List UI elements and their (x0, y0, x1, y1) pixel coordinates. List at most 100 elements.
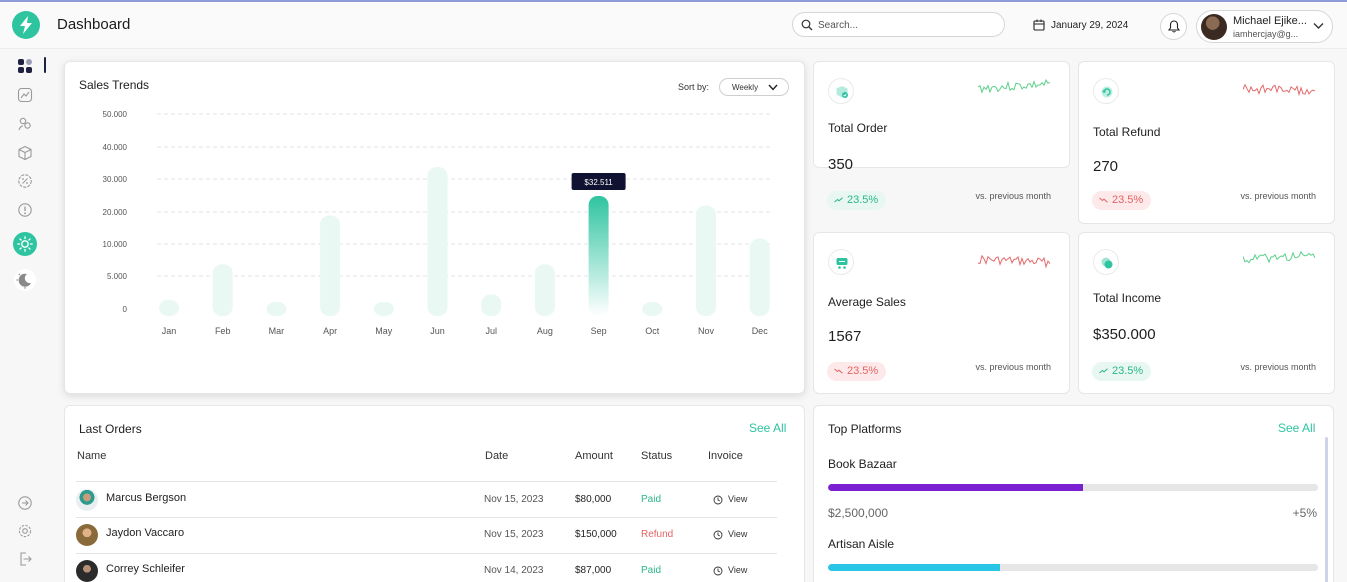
orders-see-all-link[interactable]: See All (749, 421, 786, 435)
sparkline (1243, 83, 1316, 97)
active-indicator (44, 57, 46, 73)
top-platforms-card: Top Platforms See All Book Bazaar $2,500… (813, 405, 1334, 582)
order-date: Nov 15, 2023 (484, 529, 544, 540)
comparison-note: vs. previous month (1240, 362, 1316, 372)
spark-total-refund (1243, 83, 1316, 97)
x-tick-label: Jan (162, 326, 177, 336)
y-tick-label: 10.000 (103, 240, 128, 249)
change-badge: 23.5% (827, 362, 887, 381)
bar-highlighted (588, 195, 609, 316)
platform-progress-fill (828, 484, 1083, 491)
lightning-icon (20, 16, 32, 34)
x-tick-label: Dec (752, 326, 769, 336)
comparison-note: vs. previous month (1240, 191, 1316, 201)
discount-icon[interactable] (17, 173, 33, 189)
sales-trends-card: Sales Trends Sort by: Weekly 50.000 40.00… (64, 61, 805, 394)
trend-up-icon (834, 197, 843, 203)
settings-icon[interactable] (17, 523, 33, 539)
table-row[interactable]: Marcus Bergson Nov 15, 2023 $80,000 Paid… (65, 482, 806, 518)
y-tick-label: 5.000 (107, 272, 128, 281)
search-icon (801, 19, 813, 31)
users-icon[interactable] (17, 116, 33, 132)
y-tick-label: 30.000 (103, 175, 128, 184)
search-box[interactable] (792, 12, 1005, 37)
dashboard-icon[interactable] (17, 58, 33, 74)
bar (642, 302, 663, 316)
column-header-amount: Amount (575, 450, 613, 462)
platform-progress-track (828, 484, 1318, 491)
change-badge: 23.5% (1092, 362, 1152, 381)
scrollbar[interactable] (1325, 437, 1328, 582)
column-header-status: Status (641, 450, 673, 462)
change-value: 23.5% (847, 365, 879, 377)
bell-icon (1168, 20, 1180, 33)
bar (266, 302, 287, 316)
sales-bar-chart: 50.000 40.000 30.000 20.000 10.000 5.000 0 Jan F… (103, 110, 771, 336)
platform-amount: $2,500,000 (828, 506, 889, 520)
page-title: Dashboard (57, 16, 131, 33)
app-logo[interactable] (12, 11, 40, 39)
light-mode-toggle[interactable] (13, 232, 37, 256)
box-icon[interactable] (17, 145, 33, 161)
x-tick-label: Sep (591, 326, 607, 336)
bar (320, 215, 341, 316)
bar (159, 299, 179, 316)
top-header: Dashboard January 29, 2024 Michael Ejike… (0, 2, 1347, 49)
bar (373, 302, 394, 316)
stat-label: Total Income (1093, 291, 1162, 305)
user-profile-menu[interactable]: Michael Ejike... iamhercjay@g... (1196, 10, 1333, 43)
notifications-button[interactable] (1160, 13, 1187, 40)
top-platforms-title: Top Platforms (828, 422, 902, 436)
platforms-see-all-link[interactable]: See All (1278, 421, 1315, 435)
bar (481, 294, 502, 316)
x-tick-label: Aug (537, 326, 553, 336)
status-badge: Paid (641, 494, 662, 505)
search-input[interactable] (818, 17, 993, 33)
dark-mode-toggle[interactable] (13, 268, 37, 292)
table-row[interactable]: Correy Schleifer Nov 14, 2023 $87,000 Pa… (65, 553, 806, 582)
invoice-label: View (728, 529, 748, 539)
stat-value: $350.000 (1093, 326, 1156, 343)
change-badge: 23.5% (827, 191, 887, 210)
bar (534, 264, 555, 316)
platform-name: Book Bazaar (828, 457, 897, 471)
stat-card-total-refund: Total Refund 270 23.5% vs. previous mont… (1078, 61, 1335, 224)
table-row[interactable]: Jaydon Vaccaro Nov 15, 2023 $150,000 Ref… (65, 517, 806, 553)
column-header-name: Name (77, 450, 107, 462)
customer-name: Jaydon Vaccaro (106, 527, 185, 539)
customer-name: Correy Schleifer (106, 563, 185, 575)
platform-name: Artisan Aisle (828, 537, 895, 551)
logout-icon[interactable] (17, 551, 33, 567)
invoice-icon (713, 566, 723, 576)
change-badge: 23.5% (1092, 191, 1152, 210)
info-icon[interactable] (17, 202, 33, 218)
x-tick-label: May (375, 326, 393, 336)
status-badge: Paid (641, 565, 662, 576)
cart-icon (828, 249, 854, 275)
status-badge: Refund (641, 529, 674, 540)
refund-icon (1093, 78, 1119, 104)
trend-chart-icon[interactable] (17, 87, 33, 103)
bar (749, 238, 770, 316)
bar (427, 167, 448, 316)
stat-card-average-sales: Average Sales 1567 23.5% vs. previous mo… (813, 232, 1070, 394)
arrow-right-circle-icon[interactable] (17, 495, 33, 511)
date-text: January 29, 2024 (1051, 20, 1129, 31)
stat-label: Total Refund (1093, 125, 1161, 139)
moon-icon (14, 269, 36, 291)
x-tick-label: Feb (215, 326, 231, 336)
user-name: Michael Ejike... (1233, 15, 1307, 27)
order-date: Nov 15, 2023 (484, 494, 544, 505)
x-tick-label: Mar (269, 326, 285, 336)
calendar-icon (1033, 19, 1045, 31)
spark-total-order (978, 79, 1051, 94)
sun-icon (17, 236, 33, 252)
sparkline (978, 254, 1051, 269)
chevron-down-icon (1313, 23, 1324, 29)
platform-change: +5% (1292, 506, 1317, 520)
y-tick-label: 40.000 (103, 143, 128, 152)
sidebar (0, 50, 48, 582)
order-date: Nov 14, 2023 (484, 565, 544, 576)
bar (696, 205, 716, 316)
last-orders-card: Last Orders See All Name Date Amount Sta… (64, 405, 805, 582)
